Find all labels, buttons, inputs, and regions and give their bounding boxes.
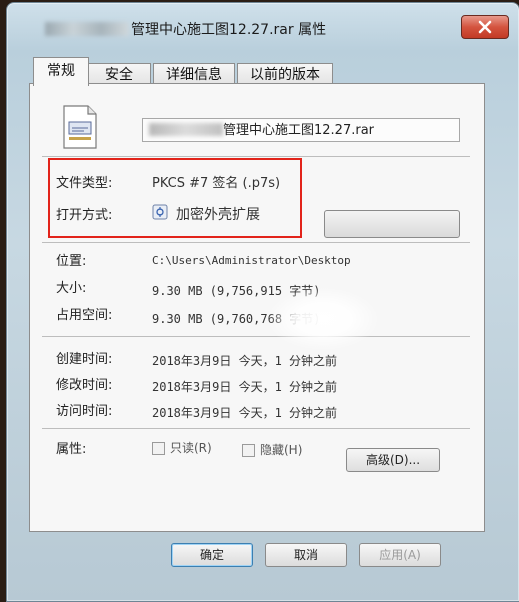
- location-label: 位置:: [56, 254, 87, 269]
- file-name-field[interactable]: 管理中心施工图12.27.rar: [142, 118, 460, 142]
- general-tab-panel: 管理中心施工图12.27.rar 文件类型: PKCS #7 签名 (.p7s)…: [29, 83, 485, 532]
- disk-size-value: 9.30 MB (9,760,768 字节): [152, 312, 321, 326]
- created-label: 创建时间:: [56, 352, 113, 367]
- size-value: 9.30 MB (9,756,915 字节): [152, 284, 321, 298]
- created-value: 2018年3月9日 今天，1 分钟之前: [152, 354, 338, 368]
- location-value: C:\Users\Administrator\Desktop: [152, 254, 351, 267]
- redacted-text: [149, 123, 223, 136]
- advanced-button[interactable]: 高级(D)...: [346, 448, 440, 472]
- title-bar[interactable]: 管理中心施工图12.27.rar 属性: [15, 9, 511, 43]
- divider: [42, 242, 470, 243]
- accessed-value: 2018年3月9日 今天，1 分钟之前: [152, 406, 338, 420]
- disk-size-label: 占用空间:: [56, 308, 113, 323]
- highlight-annotation: [48, 158, 302, 238]
- size-label: 大小:: [56, 281, 87, 296]
- close-icon: [478, 20, 492, 34]
- open-with-value: 加密外壳扩展: [176, 207, 260, 223]
- attributes-label: 属性:: [56, 442, 87, 457]
- apply-button[interactable]: 应用(A): [359, 543, 441, 567]
- change-button[interactable]: [324, 210, 460, 238]
- hidden-label[interactable]: 隐藏(H): [260, 441, 302, 458]
- cancel-button[interactable]: 取消: [265, 543, 347, 567]
- open-with-label: 打开方式:: [56, 208, 113, 223]
- ok-button[interactable]: 确定: [171, 543, 253, 567]
- file-type-label: 文件类型:: [56, 176, 113, 191]
- readonly-label[interactable]: 只读(R): [170, 439, 212, 456]
- encrypted-shell-icon: [152, 204, 168, 220]
- divider: [42, 156, 470, 157]
- file-type-value: PKCS #7 签名 (.p7s): [152, 176, 281, 191]
- close-button[interactable]: [461, 15, 509, 39]
- properties-window: 管理中心施工图12.27.rar 属性 常规 安全 详细信息 以前的版本 管理中…: [6, 2, 519, 602]
- tab-general[interactable]: 常规: [33, 57, 89, 86]
- hidden-checkbox[interactable]: [242, 444, 255, 457]
- accessed-label: 访问时间:: [56, 404, 113, 419]
- redacted-text: [45, 22, 129, 36]
- file-icon: [63, 105, 97, 149]
- divider: [42, 428, 470, 429]
- readonly-checkbox[interactable]: [152, 442, 165, 455]
- modified-value: 2018年3月9日 今天，1 分钟之前: [152, 380, 338, 394]
- modified-label: 修改时间:: [56, 378, 113, 393]
- divider: [42, 336, 470, 337]
- window-title: 管理中心施工图12.27.rar 属性: [45, 19, 326, 39]
